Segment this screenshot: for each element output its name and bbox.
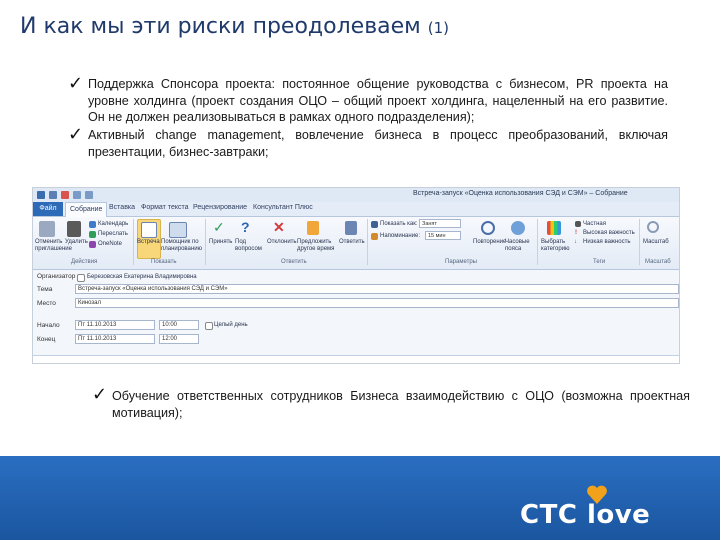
check-icon: ✓	[68, 124, 84, 145]
save-icon	[49, 191, 57, 199]
high-importance-icon: !	[575, 230, 577, 236]
high-importance-button[interactable]: Высокая важность	[583, 230, 635, 237]
recurrence-icon	[481, 221, 495, 235]
tab-review[interactable]: Рецензирование	[193, 204, 247, 211]
subject-label: Тема	[37, 286, 53, 293]
location-input[interactable]: Кинозал	[75, 298, 679, 308]
organizer-label: Организатор	[37, 273, 76, 280]
group-separator	[133, 219, 134, 265]
reminder-icon	[371, 233, 378, 240]
undo-icon	[73, 191, 81, 199]
delete-icon	[67, 221, 81, 237]
ribbon-tabs: Файл Собрание Вставка Формат текста Реце…	[33, 202, 679, 217]
group-label-show: Показать	[151, 259, 177, 265]
time-zones-icon	[511, 221, 525, 235]
calendar-button[interactable]: Календарь	[98, 221, 128, 228]
bullet-change-management: Активный change management, вовлечение б…	[88, 128, 668, 159]
accept-button[interactable]: Принять	[209, 239, 232, 246]
group-label-actions: Действия	[71, 259, 98, 265]
slide-title-suffix: (1)	[427, 19, 450, 37]
group-separator	[367, 219, 368, 265]
ribbon: Отменить приглашение Удалить Календарь П…	[33, 217, 679, 270]
category-icon	[547, 221, 561, 235]
meeting-icon	[141, 222, 157, 238]
tab-format-text[interactable]: Формат текста	[141, 204, 189, 211]
tab-insert[interactable]: Вставка	[109, 204, 135, 211]
tab-consultant-plus[interactable]: Консультант Плюс	[253, 204, 313, 211]
organizer-value: Березовская Екатерина Владимировна	[87, 274, 197, 280]
time-zones-button[interactable]: Часовые пояса	[505, 239, 533, 253]
reminder-select[interactable]: 15 мин	[425, 231, 461, 240]
bullet-training: Обучение ответственных сотрудников Бизне…	[112, 389, 690, 420]
show-as-label: Показать как:	[380, 221, 418, 227]
meeting-form: Организатор Березовская Екатерина Владим…	[33, 270, 679, 363]
all-day-checkbox[interactable]	[205, 322, 213, 330]
scheduling-assistant-button[interactable]: Помощник по планированию	[161, 239, 202, 253]
low-importance-button[interactable]: Низкая важность	[583, 239, 630, 246]
meeting-body-area[interactable]	[33, 355, 679, 363]
window-title: Встреча-запуск «Оценка использования СЭД…	[413, 190, 628, 197]
zoom-button[interactable]: Масштаб	[643, 239, 669, 246]
cancel-invitation-button[interactable]: Отменить приглашение	[35, 239, 72, 253]
end-label: Конец	[37, 336, 56, 343]
onenote-button[interactable]: OneNote	[98, 241, 122, 248]
propose-time-icon	[307, 221, 319, 235]
cancel-invitation-icon	[39, 221, 55, 237]
group-separator	[537, 219, 538, 265]
quick-access-toolbar: Встреча-запуск «Оценка использования СЭД…	[33, 188, 679, 203]
decline-button[interactable]: Отклонить	[267, 239, 297, 246]
group-label-respond: Ответить	[281, 259, 307, 265]
group-label-zoom: Масштаб	[645, 259, 671, 265]
scheduling-assistant-icon	[169, 222, 187, 238]
reply-icon	[345, 221, 357, 235]
outlook-icon	[37, 191, 45, 199]
redo-icon	[85, 191, 93, 199]
tentative-icon: ?	[241, 219, 250, 235]
start-label: Начало	[37, 322, 60, 329]
outlook-meeting-screenshot: Встреча-запуск «Оценка использования СЭД…	[32, 187, 680, 364]
group-label-options: Параметры	[445, 259, 477, 265]
end-time-input[interactable]: 12:00	[159, 334, 199, 344]
propose-new-time-button[interactable]: Предложить другое время	[297, 239, 337, 253]
zoom-icon	[647, 221, 659, 233]
reply-button[interactable]: Ответить	[339, 239, 365, 246]
close-icon	[61, 191, 69, 199]
onenote-icon	[89, 241, 96, 248]
delete-button[interactable]: Удалить	[65, 239, 88, 246]
categorize-button[interactable]: Выбрать категорию	[541, 239, 571, 253]
check-icon: ✓	[68, 73, 84, 94]
tab-file[interactable]: Файл	[33, 202, 63, 216]
organizer-checkbox[interactable]	[77, 274, 85, 282]
location-label: Место	[37, 300, 56, 307]
end-date-input[interactable]: Пт 11.10.2013	[75, 334, 155, 344]
show-as-select[interactable]: Занят	[419, 219, 461, 228]
private-button[interactable]: Частная	[583, 221, 606, 228]
group-separator	[639, 219, 640, 265]
show-as-icon	[371, 221, 378, 228]
tentative-button[interactable]: Под вопросом	[235, 239, 262, 253]
reminder-label: Напоминание:	[380, 233, 421, 239]
slide-title: И как мы эти риски преодолеваем (1)	[20, 14, 449, 39]
subject-input[interactable]: Встреча-запуск «Оценка использования СЭД…	[75, 284, 679, 294]
start-time-input[interactable]: 10:00	[159, 320, 199, 330]
tab-meeting[interactable]: Собрание	[65, 202, 108, 217]
accept-icon: ✓	[213, 219, 225, 235]
all-day-label: Целый день	[214, 322, 248, 328]
ctc-love-logo: СТС love	[520, 500, 651, 530]
calendar-icon	[89, 221, 96, 228]
recurrence-button[interactable]: Повторение	[473, 239, 506, 246]
group-label-tags: Теги	[593, 259, 606, 265]
decline-icon: ✕	[273, 219, 285, 235]
bullet-sponsor-support: Поддержка Спонсора проекта: постоянное о…	[88, 77, 668, 124]
start-date-input[interactable]: Пт 11.10.2013	[75, 320, 155, 330]
group-separator	[205, 219, 206, 265]
low-importance-icon: ↓	[574, 239, 577, 245]
forward-button[interactable]: Переслать	[98, 231, 128, 238]
meeting-button[interactable]: Встреча	[137, 239, 160, 246]
slide-title-text: И как мы эти риски преодолеваем	[20, 14, 421, 39]
check-icon: ✓	[92, 384, 108, 405]
private-icon	[575, 221, 581, 227]
forward-icon	[89, 231, 96, 238]
